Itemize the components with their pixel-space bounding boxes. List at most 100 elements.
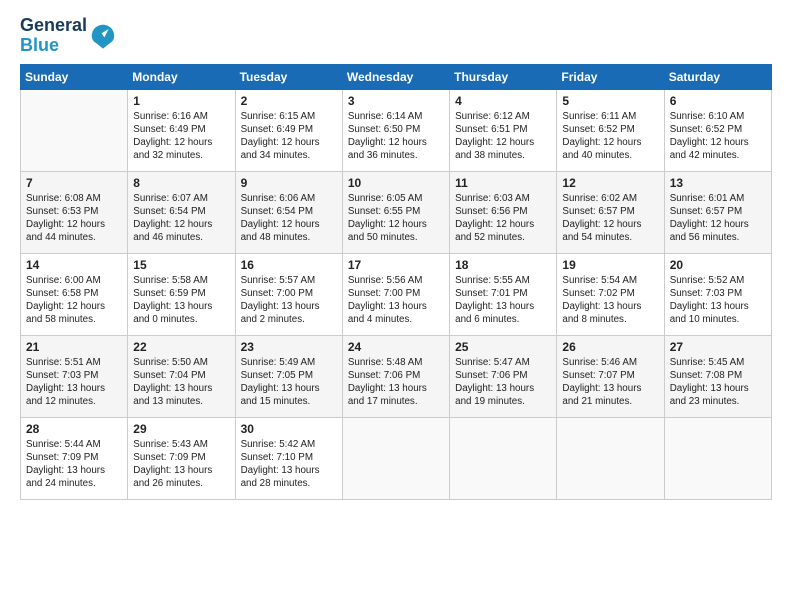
day-number: 1 xyxy=(133,94,229,108)
calendar-header-row: SundayMondayTuesdayWednesdayThursdayFrid… xyxy=(21,64,772,89)
day-info: Sunrise: 5:56 AM Sunset: 7:00 PM Dayligh… xyxy=(348,274,444,327)
day-number: 13 xyxy=(670,176,766,190)
calendar-day-cell: 23 Sunrise: 5:49 AM Sunset: 7:05 PM Dayli… xyxy=(235,335,342,417)
day-number: 3 xyxy=(348,94,444,108)
calendar-week-row: 14 Sunrise: 6:00 AM Sunset: 6:58 PM Dayli… xyxy=(21,253,772,335)
day-info: Sunrise: 5:57 AM Sunset: 7:00 PM Dayligh… xyxy=(241,274,337,327)
day-number: 30 xyxy=(241,422,337,436)
day-info: Sunrise: 5:49 AM Sunset: 7:05 PM Dayligh… xyxy=(241,356,337,409)
day-number: 10 xyxy=(348,176,444,190)
day-info: Sunrise: 5:51 AM Sunset: 7:03 PM Dayligh… xyxy=(26,356,122,409)
day-info: Sunrise: 5:47 AM Sunset: 7:06 PM Dayligh… xyxy=(455,356,551,409)
calendar-week-row: 21 Sunrise: 5:51 AM Sunset: 7:03 PM Dayli… xyxy=(21,335,772,417)
day-info: Sunrise: 5:43 AM Sunset: 7:09 PM Dayligh… xyxy=(133,438,229,491)
weekday-header: Saturday xyxy=(664,64,771,89)
day-number: 24 xyxy=(348,340,444,354)
weekday-header: Thursday xyxy=(450,64,557,89)
calendar-day-cell: 3 Sunrise: 6:14 AM Sunset: 6:50 PM Daylig… xyxy=(342,89,449,171)
day-info: Sunrise: 6:05 AM Sunset: 6:55 PM Dayligh… xyxy=(348,192,444,245)
calendar-day-cell: 29 Sunrise: 5:43 AM Sunset: 7:09 PM Dayli… xyxy=(128,417,235,499)
day-number: 4 xyxy=(455,94,551,108)
calendar-day-cell: 26 Sunrise: 5:46 AM Sunset: 7:07 PM Dayli… xyxy=(557,335,664,417)
day-info: Sunrise: 5:46 AM Sunset: 7:07 PM Dayligh… xyxy=(562,356,658,409)
day-info: Sunrise: 6:06 AM Sunset: 6:54 PM Dayligh… xyxy=(241,192,337,245)
day-info: Sunrise: 5:44 AM Sunset: 7:09 PM Dayligh… xyxy=(26,438,122,491)
day-info: Sunrise: 5:58 AM Sunset: 6:59 PM Dayligh… xyxy=(133,274,229,327)
calendar-day-cell: 2 Sunrise: 6:15 AM Sunset: 6:49 PM Daylig… xyxy=(235,89,342,171)
calendar-day-cell: 12 Sunrise: 6:02 AM Sunset: 6:57 PM Dayli… xyxy=(557,171,664,253)
day-number: 9 xyxy=(241,176,337,190)
day-number: 20 xyxy=(670,258,766,272)
day-number: 19 xyxy=(562,258,658,272)
calendar-day-cell: 21 Sunrise: 5:51 AM Sunset: 7:03 PM Dayli… xyxy=(21,335,128,417)
logo-text: GeneralBlue xyxy=(20,16,87,56)
day-number: 27 xyxy=(670,340,766,354)
day-number: 7 xyxy=(26,176,122,190)
calendar-day-cell: 15 Sunrise: 5:58 AM Sunset: 6:59 PM Dayli… xyxy=(128,253,235,335)
calendar-day-cell: 5Sunrise: 6:11 AM Sunset: 6:52 PM Daylig… xyxy=(557,89,664,171)
day-info: Sunrise: 6:02 AM Sunset: 6:57 PM Dayligh… xyxy=(562,192,658,245)
calendar-day-cell xyxy=(557,417,664,499)
weekday-header: Sunday xyxy=(21,64,128,89)
calendar-week-row: 28 Sunrise: 5:44 AM Sunset: 7:09 PM Dayli… xyxy=(21,417,772,499)
calendar-day-cell: 11 Sunrise: 6:03 AM Sunset: 6:56 PM Dayli… xyxy=(450,171,557,253)
calendar-day-cell: 20 Sunrise: 5:52 AM Sunset: 7:03 PM Dayli… xyxy=(664,253,771,335)
day-number: 23 xyxy=(241,340,337,354)
day-info: Sunrise: 5:54 AM Sunset: 7:02 PM Dayligh… xyxy=(562,274,658,327)
day-info: Sunrise: 5:52 AM Sunset: 7:03 PM Dayligh… xyxy=(670,274,766,327)
weekday-header: Monday xyxy=(128,64,235,89)
calendar-week-row: 7Sunrise: 6:08 AM Sunset: 6:53 PM Daylig… xyxy=(21,171,772,253)
day-info: Sunrise: 6:15 AM Sunset: 6:49 PM Dayligh… xyxy=(241,110,337,163)
day-info: Sunrise: 5:48 AM Sunset: 7:06 PM Dayligh… xyxy=(348,356,444,409)
day-number: 14 xyxy=(26,258,122,272)
day-number: 15 xyxy=(133,258,229,272)
weekday-header: Tuesday xyxy=(235,64,342,89)
calendar-table: SundayMondayTuesdayWednesdayThursdayFrid… xyxy=(20,64,772,500)
day-info: Sunrise: 6:00 AM Sunset: 6:58 PM Dayligh… xyxy=(26,274,122,327)
day-number: 28 xyxy=(26,422,122,436)
calendar-day-cell xyxy=(342,417,449,499)
calendar-day-cell: 17 Sunrise: 5:56 AM Sunset: 7:00 PM Dayli… xyxy=(342,253,449,335)
day-number: 8 xyxy=(133,176,229,190)
calendar-day-cell: 28 Sunrise: 5:44 AM Sunset: 7:09 PM Dayli… xyxy=(21,417,128,499)
day-number: 12 xyxy=(562,176,658,190)
calendar-day-cell xyxy=(664,417,771,499)
calendar-day-cell: 16Sunrise: 5:57 AM Sunset: 7:00 PM Dayli… xyxy=(235,253,342,335)
day-info: Sunrise: 6:16 AM Sunset: 6:49 PM Dayligh… xyxy=(133,110,229,163)
calendar-day-cell: 6Sunrise: 6:10 AM Sunset: 6:52 PM Daylig… xyxy=(664,89,771,171)
day-number: 29 xyxy=(133,422,229,436)
calendar-day-cell: 18Sunrise: 5:55 AM Sunset: 7:01 PM Dayli… xyxy=(450,253,557,335)
day-info: Sunrise: 5:55 AM Sunset: 7:01 PM Dayligh… xyxy=(455,274,551,327)
calendar-day-cell: 14 Sunrise: 6:00 AM Sunset: 6:58 PM Dayli… xyxy=(21,253,128,335)
day-info: Sunrise: 6:12 AM Sunset: 6:51 PM Dayligh… xyxy=(455,110,551,163)
calendar-day-cell: 9 Sunrise: 6:06 AM Sunset: 6:54 PM Daylig… xyxy=(235,171,342,253)
logo-icon xyxy=(89,22,117,50)
day-info: Sunrise: 5:45 AM Sunset: 7:08 PM Dayligh… xyxy=(670,356,766,409)
day-info: Sunrise: 6:14 AM Sunset: 6:50 PM Dayligh… xyxy=(348,110,444,163)
calendar-day-cell: 30Sunrise: 5:42 AM Sunset: 7:10 PM Dayli… xyxy=(235,417,342,499)
day-info: Sunrise: 6:03 AM Sunset: 6:56 PM Dayligh… xyxy=(455,192,551,245)
calendar-day-cell: 27 Sunrise: 5:45 AM Sunset: 7:08 PM Dayli… xyxy=(664,335,771,417)
calendar-day-cell: 8 Sunrise: 6:07 AM Sunset: 6:54 PM Daylig… xyxy=(128,171,235,253)
day-info: Sunrise: 6:01 AM Sunset: 6:57 PM Dayligh… xyxy=(670,192,766,245)
day-number: 17 xyxy=(348,258,444,272)
day-info: Sunrise: 6:07 AM Sunset: 6:54 PM Dayligh… xyxy=(133,192,229,245)
logo: GeneralBlue xyxy=(20,16,117,56)
day-number: 11 xyxy=(455,176,551,190)
calendar-day-cell: 1 Sunrise: 6:16 AM Sunset: 6:49 PM Daylig… xyxy=(128,89,235,171)
calendar-day-cell: 10 Sunrise: 6:05 AM Sunset: 6:55 PM Dayli… xyxy=(342,171,449,253)
calendar-week-row: 1 Sunrise: 6:16 AM Sunset: 6:49 PM Daylig… xyxy=(21,89,772,171)
day-number: 26 xyxy=(562,340,658,354)
calendar-day-cell: 19 Sunrise: 5:54 AM Sunset: 7:02 PM Dayli… xyxy=(557,253,664,335)
calendar-day-cell xyxy=(450,417,557,499)
calendar-day-cell: 4 Sunrise: 6:12 AM Sunset: 6:51 PM Daylig… xyxy=(450,89,557,171)
day-info: Sunrise: 6:10 AM Sunset: 6:52 PM Dayligh… xyxy=(670,110,766,163)
calendar-day-cell xyxy=(21,89,128,171)
calendar-day-cell: 25Sunrise: 5:47 AM Sunset: 7:06 PM Dayli… xyxy=(450,335,557,417)
day-number: 21 xyxy=(26,340,122,354)
calendar-day-cell: 24 Sunrise: 5:48 AM Sunset: 7:06 PM Dayli… xyxy=(342,335,449,417)
calendar-day-cell: 22Sunrise: 5:50 AM Sunset: 7:04 PM Dayli… xyxy=(128,335,235,417)
day-number: 5 xyxy=(562,94,658,108)
calendar-day-cell: 13 Sunrise: 6:01 AM Sunset: 6:57 PM Dayli… xyxy=(664,171,771,253)
day-number: 2 xyxy=(241,94,337,108)
